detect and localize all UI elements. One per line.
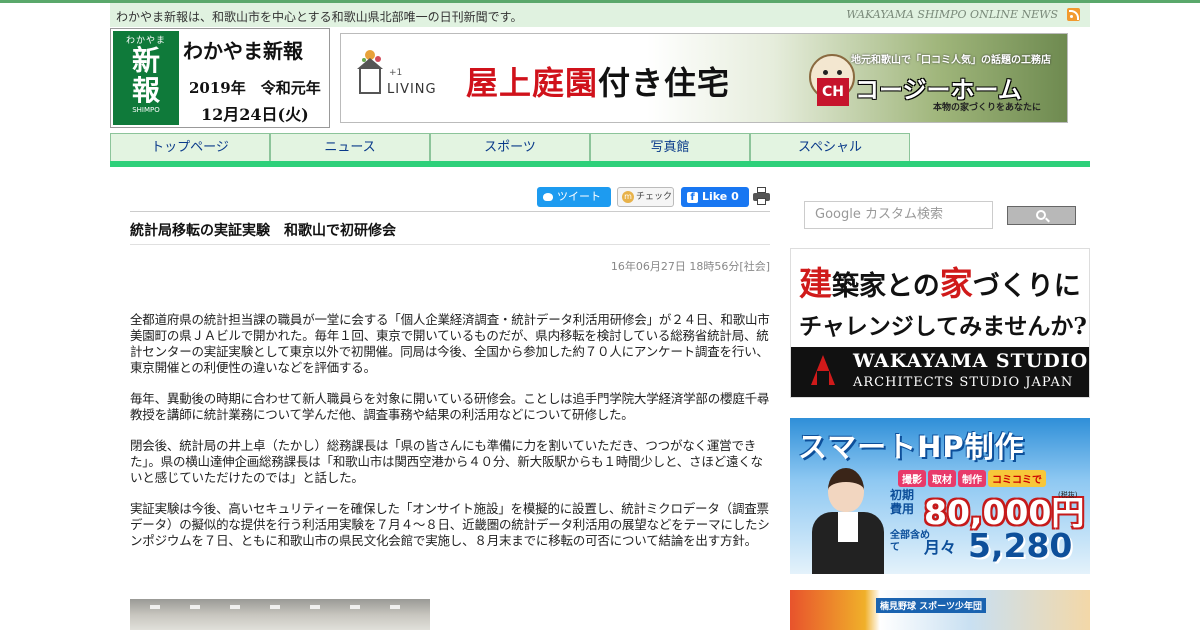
logo-mark: わかやま 新 報 SHIMPO: [113, 31, 179, 125]
site-logo[interactable]: わかやま 新 報 SHIMPO わかやま新報 2019年 令和元年 12月24日…: [110, 28, 330, 128]
ad2-monthly-price: 5,280円: [968, 526, 1073, 574]
ad2-tag: 取材: [928, 470, 956, 487]
banner-headline: 屋上庭園付き住宅: [466, 58, 730, 104]
banner-headline-red: 屋上庭園: [466, 64, 599, 102]
nav-top-page[interactable]: トップページ: [110, 133, 270, 161]
logo-name: わかやま新報: [183, 39, 303, 63]
ad1-line2: チャレンジしてみませんか?: [799, 313, 1087, 340]
nav-news[interactable]: ニュース: [270, 133, 430, 161]
main-nav: トップページ ニュース スポーツ 写真館 スペシャル: [110, 133, 1090, 161]
article-photo[interactable]: [130, 599, 430, 630]
search-icon: [1036, 210, 1046, 220]
nav-sports[interactable]: スポーツ: [430, 133, 590, 161]
online-news-label: WAKAYAMA SHIMPO ONLINE NEWS: [846, 8, 1058, 21]
ad1-line1-d: づくりに: [972, 271, 1081, 302]
tweet-button[interactable]: ツイート: [537, 187, 611, 207]
search-input[interactable]: Google カスタム検索: [804, 201, 993, 229]
ad1-line1: 建築家との家づくりに: [799, 257, 1081, 305]
ad1-line1-a: 建: [799, 264, 832, 303]
article-dateline: 16年06月27日 18時56分[社会]: [610, 260, 770, 273]
person-head: [828, 468, 864, 512]
article-divider-top: [130, 211, 770, 212]
banner-headline-black: 付き住宅: [598, 64, 731, 102]
ad1-studio-sub: ARCHITECTS STUDIO JAPAN: [853, 375, 1074, 390]
facebook-icon: f: [687, 192, 698, 203]
sidebar-ad-baseball[interactable]: 楠見野球 スポーツ少年団: [790, 590, 1090, 630]
twitter-bird-icon: [543, 193, 553, 201]
ad2-tag: 制作: [958, 470, 986, 487]
like-label: Like 0: [702, 190, 739, 203]
ad2-tax: (税抜): [1058, 491, 1078, 499]
ad3-text: 楠見野球 スポーツ少年団: [876, 598, 986, 613]
logo-year: 2019年 令和元年: [189, 79, 321, 97]
woman-photo: [808, 464, 888, 574]
article-paragraph: 毎年、異動後の時期に合わせて新人職員らを対象に開いている研修会。ことしは追手門学…: [130, 391, 770, 422]
ad2-tag: 撮影: [898, 470, 926, 487]
article-divider-bottom: [130, 244, 770, 245]
ad1-line1-c: 家: [939, 264, 973, 303]
article-paragraph: 閉会後、統計局の井上卓（たかし）総務課長は「県の皆さんにも準備に力を割いていただ…: [130, 438, 763, 485]
like-button[interactable]: f Like 0: [681, 187, 749, 207]
sidebar-ad-smart-hp[interactable]: スマートHP制作 撮影 取材 制作 コミコミで 初期費用 80,000円 (税抜) 全…: [790, 418, 1090, 574]
ad1-studio: WAKAYAMA STUDIO: [853, 350, 1089, 372]
banner-sub-top: 地元和歌山で「口コミ人気」の話題の工務店: [851, 55, 1051, 66]
header-banner-ad[interactable]: +1 LIVING 屋上庭園付き住宅 地元和歌山で「口コミ人気」の話題の工務店 …: [340, 33, 1068, 123]
nav-photo[interactable]: 写真館: [590, 133, 750, 161]
ad2-tag: コミコミで: [988, 470, 1046, 487]
ad1-line1-b: 築家との: [832, 271, 940, 302]
check-label: チェック: [636, 192, 673, 202]
nav-special[interactable]: スペシャル: [750, 133, 910, 161]
living-text: LIVING: [387, 82, 437, 97]
article-body: 全都道府県の統計担当課の職員が一堂に会する「個人企業経済調査・統計データ利活用研…: [130, 312, 770, 564]
logo-mark-char-1: 新: [131, 44, 160, 77]
check-button[interactable]: m チェック: [617, 187, 674, 207]
logo-date: 12月24日(火): [201, 105, 309, 124]
sidebar-ad-architect[interactable]: 建築家との家づくりに チャレンジしてみませんか? WAKAYAMA STUDIO…: [790, 248, 1090, 398]
ad2-initial-label: 初期費用: [890, 488, 915, 516]
logo-mark-en: SHIMPO: [132, 106, 160, 114]
rss-icon[interactable]: [1067, 8, 1080, 21]
house-icon: [359, 68, 381, 94]
nav-underline: [110, 161, 1090, 167]
article-paragraph: 実証実験は今後、高いセキュリティーを確保した「オンサイト施設」を模擬的に設置し、…: [130, 501, 770, 548]
brand-mark: CH: [817, 78, 849, 106]
ad2-headline: スマートHP制作: [798, 430, 1025, 464]
ad2-tags: 撮影 取材 制作 コミコミで: [898, 468, 1048, 487]
ad2-monthly-word: 月々: [924, 538, 957, 557]
print-icon[interactable]: [753, 187, 770, 205]
search-button[interactable]: [1007, 206, 1076, 225]
living-plus: +1: [389, 68, 403, 78]
site-tagline: わかやま新報は、和歌山市を中心とする和歌山県北部唯一の日刊新聞です。: [116, 10, 523, 24]
print-icon-paper: [757, 198, 766, 205]
tagline-bar: わかやま新報は、和歌山市を中心とする和歌山県北部唯一の日刊新聞です。 WAKAY…: [110, 3, 1090, 27]
living-logo: +1 LIVING: [357, 50, 449, 106]
architect-a-logo-icon: [805, 353, 841, 389]
mixi-check-icon: m: [622, 191, 634, 203]
article-paragraph: 全都道府県の統計担当課の職員が一堂に会する「個人企業経済調査・統計データ利活用研…: [130, 312, 770, 375]
logo-mark-char-2: 報: [131, 74, 160, 107]
banner-sub-bottom: 本物の家づくりをあなたに: [933, 103, 1042, 113]
tweet-label: ツイート: [557, 190, 601, 203]
article-title: 統計局移転の実証実験 和歌山で初研修会: [130, 223, 396, 239]
person-shirt: [838, 512, 858, 542]
